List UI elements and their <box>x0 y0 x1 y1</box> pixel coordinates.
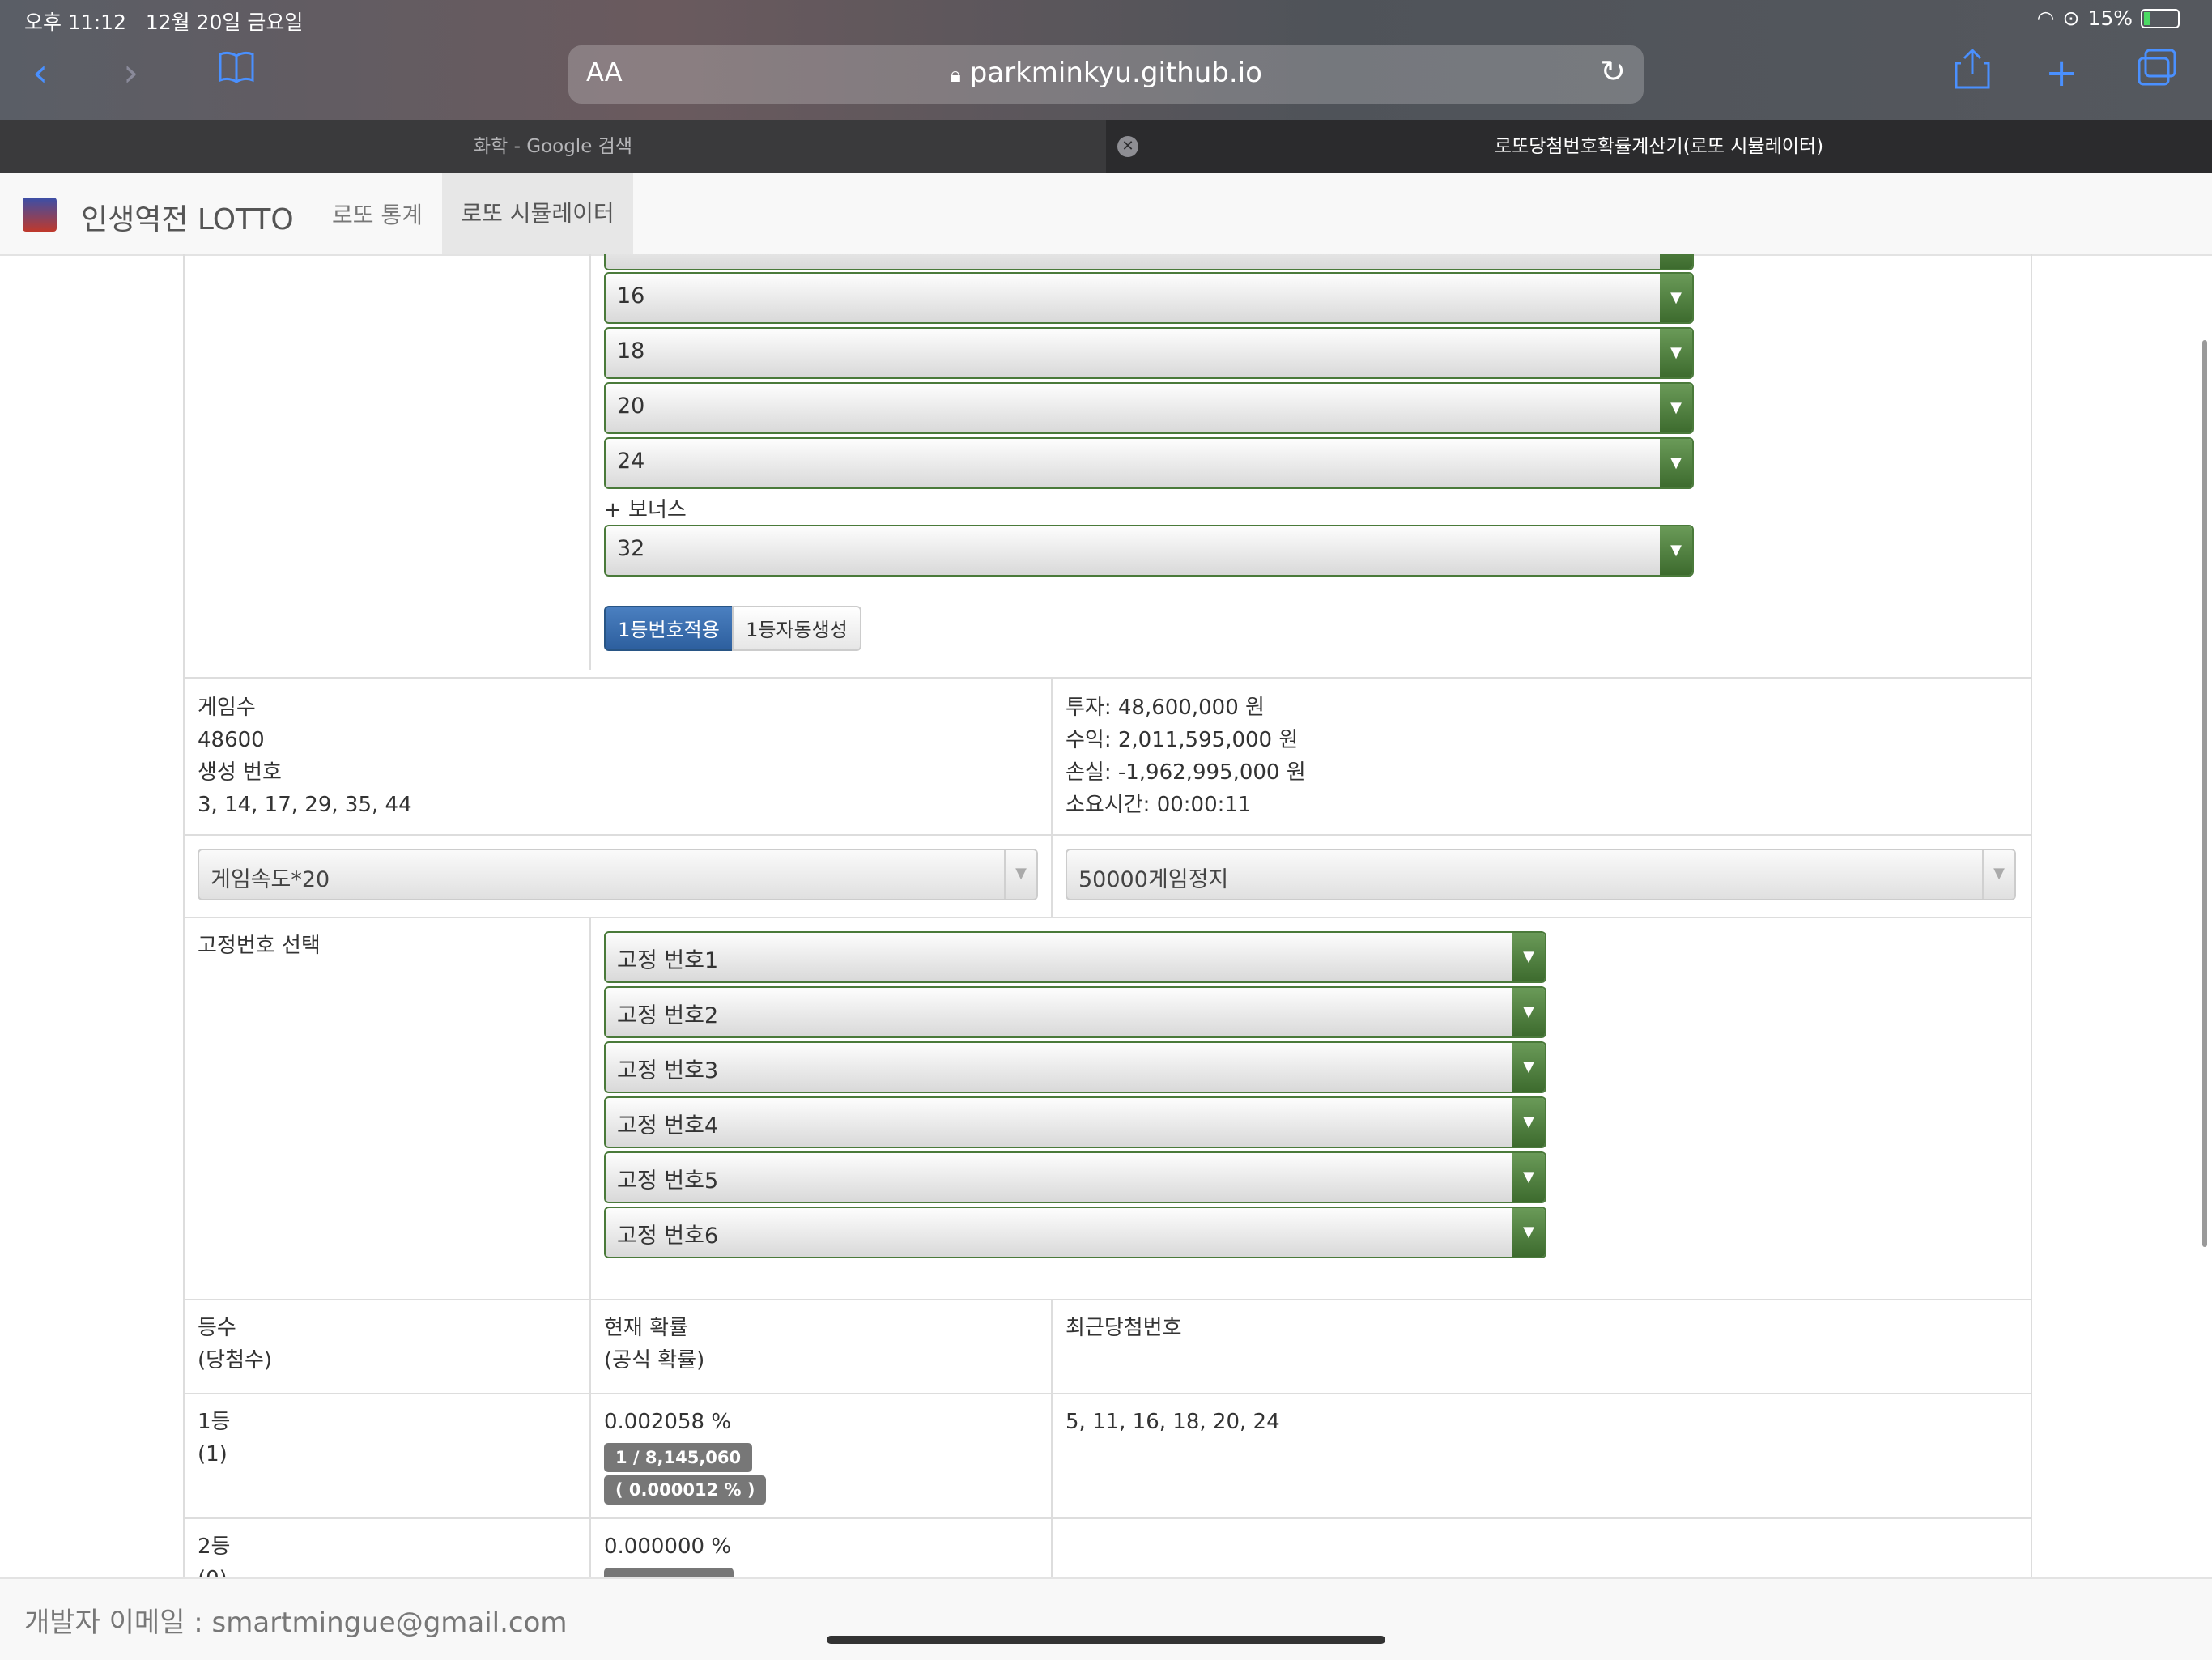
status-time: 오후 11:12 <box>24 11 126 34</box>
chevron-down-icon: ▼ <box>1660 329 1692 377</box>
back-icon[interactable]: ‹ <box>32 49 48 97</box>
revenue-text: 수익: 2,011,595,000 원 <box>1066 728 1299 752</box>
odds-badge <box>604 1568 734 1577</box>
generated-number-label: 생성 번호 <box>198 760 282 785</box>
probability-table-header: 등수 (당첨수) 현재 확률 (공식 확률) 최근당첨번호 <box>185 1299 2031 1393</box>
game-controls-row: 게임속도*20 ▼ 50000게임정지 ▼ <box>185 834 2031 917</box>
current-prob-header: 현재 확률 <box>604 1316 688 1340</box>
fixed-number-select-6[interactable]: 고정 번호6 ▼ <box>604 1207 1546 1258</box>
elapsed-time-text: 소요시간: 00:00:11 <box>1066 793 1252 817</box>
chevron-down-icon: ▼ <box>1512 1098 1545 1147</box>
chevron-down-icon: ▼ <box>1512 1153 1545 1202</box>
rank-header: 등수 <box>198 1316 236 1340</box>
fixed-number-select-5[interactable]: 고정 번호5 ▼ <box>604 1151 1546 1203</box>
fixed-number-label: 고정번호 선택 <box>198 934 321 958</box>
wifi-icon: ◠ <box>2036 6 2055 30</box>
status-indicators: ◠ ⊙ 15% <box>2037 6 2180 30</box>
current-prob-cell: 0.002058 % <box>604 1410 732 1434</box>
bonus-number-select[interactable]: 32 ▼ <box>604 525 1694 577</box>
chevron-down-icon: ▼ <box>1660 526 1692 575</box>
chevron-down-icon: ▼ <box>1660 384 1692 432</box>
battery-icon <box>2141 8 2180 28</box>
game-count-label: 게임수 <box>198 696 256 720</box>
chevron-down-icon: ▼ <box>1512 933 1545 981</box>
rotation-lock-icon: ⊙ <box>2062 6 2080 30</box>
win-count-header: (당첨수) <box>198 1348 273 1373</box>
winning-number-select-3[interactable]: 18 ▼ <box>604 327 1694 379</box>
bonus-label: + 보너스 <box>604 498 687 522</box>
reload-icon[interactable]: ↻ <box>1600 53 1626 89</box>
loss-text: 손실: -1,962,995,000 원 <box>1066 760 1306 785</box>
chevron-down-icon: ▼ <box>1004 850 1036 899</box>
generated-number-value: 3, 14, 17, 29, 35, 44 <box>198 793 412 817</box>
nav-lotto-simulator[interactable]: 로또 시뮬레이터 <box>442 173 633 254</box>
recent-winning-header: 최근당첨번호 <box>1066 1316 1182 1340</box>
developer-email: 개발자 이메일 : smartmingue@gmail.com <box>24 1607 568 1639</box>
winning-number-select-4[interactable]: 20 ▼ <box>604 382 1694 434</box>
game-stop-select[interactable]: 50000게임정지 ▼ <box>1066 849 2016 900</box>
tab-lotto-simulator[interactable]: 로또당첨번호확률계산기(로또 시뮬레이터) <box>1106 120 2212 173</box>
chevron-down-icon: ▼ <box>1660 439 1692 487</box>
forward-icon[interactable]: › <box>123 49 138 97</box>
close-tab-icon[interactable]: ✕ <box>1117 136 1138 157</box>
url-text: parkminkyu.github.io <box>969 57 1262 89</box>
share-icon[interactable] <box>1955 48 1990 103</box>
bookmarks-icon[interactable] <box>217 49 256 97</box>
chevron-down-icon: ▼ <box>1512 1208 1545 1257</box>
status-date: 12월 20일 금요일 <box>145 11 304 34</box>
status-time-date: 오후 11:12 12월 20일 금요일 <box>24 6 303 36</box>
table-row: 1등 (1) 0.002058 % 1 / 8,145,060 ( 0.0000… <box>185 1393 2031 1517</box>
investment-text: 투자: 48,600,000 원 <box>1066 696 1265 720</box>
recent-winning-cell: 5, 11, 16, 18, 20, 24 <box>1066 1410 1280 1434</box>
apply-winning-numbers-button[interactable]: 1등번호적용 <box>604 606 734 651</box>
battery-percent: 15% <box>2087 6 2133 30</box>
new-tab-icon[interactable]: + <box>2045 49 2078 97</box>
tab-bar: 화학 - Google 검색 로또당첨번호확률계산기(로또 시뮬레이터) ✕ <box>0 120 2212 173</box>
fixed-number-row: 고정번호 선택 고정 번호1 ▼ 고정 번호2 ▼ 고정 번호3 ▼ 고정 번호… <box>185 917 2031 1299</box>
chevron-down-icon: ▼ <box>1512 1043 1545 1092</box>
game-speed-select[interactable]: 게임속도*20 ▼ <box>198 849 1038 900</box>
page-scrollbar[interactable] <box>2202 340 2207 1247</box>
odds-badge: 1 / 8,145,060 <box>604 1443 753 1472</box>
footer: 개발자 이메일 : smartmingue@gmail.com <box>0 1577 2212 1660</box>
winning-number-select-2[interactable]: 16 ▼ <box>604 272 1694 324</box>
address-bar[interactable]: AA 🔒︎ parkminkyu.github.io ↻ <box>568 45 1644 104</box>
chevron-down-icon: ▼ <box>1660 274 1692 322</box>
auto-generate-winning-button[interactable]: 1등자동생성 <box>732 606 861 651</box>
table-row: 2등 (0) 0.000000 % <box>185 1517 2031 1577</box>
tabs-overview-icon[interactable] <box>2138 49 2178 97</box>
winning-number-select-5[interactable]: 24 ▼ <box>604 437 1694 489</box>
lotto-logo-icon[interactable] <box>23 198 57 232</box>
chevron-down-icon: ▼ <box>1660 254 1692 269</box>
game-stats-row: 게임수 48600 생성 번호 3, 14, 17, 29, 35, 44 투자… <box>185 677 2031 834</box>
tab-google-search[interactable]: 화학 - Google 검색 <box>0 120 1106 173</box>
fixed-number-select-2[interactable]: 고정 번호2 ▼ <box>604 986 1546 1038</box>
winning-number-row: 11 ▼ 16 ▼ 18 ▼ 20 ▼ 24 ▼ + 보너스 32 ▼ 1등번호… <box>185 254 2031 670</box>
fixed-number-select-3[interactable]: 고정 번호3 ▼ <box>604 1041 1546 1093</box>
lock-icon: 🔒︎ <box>950 63 961 87</box>
fixed-number-select-4[interactable]: 고정 번호4 ▼ <box>604 1096 1546 1148</box>
browser-toolbar: 오후 11:12 12월 20일 금요일 ◠ ⊙ 15% ‹ › AA 🔒︎ p… <box>0 0 2212 120</box>
game-count-value: 48600 <box>198 728 265 752</box>
official-prob-badge: ( 0.000012 % ) <box>604 1475 767 1505</box>
chevron-down-icon: ▼ <box>1512 988 1545 1036</box>
official-prob-header: (공식 확률) <box>604 1348 705 1373</box>
current-prob-cell: 0.000000 % <box>604 1534 732 1559</box>
site-navbar: 인생역전 LOTTO 로또 통계 로또 시뮬레이터 <box>0 173 2212 256</box>
fixed-number-select-1[interactable]: 고정 번호1 ▼ <box>604 931 1546 983</box>
winning-number-select-1[interactable]: 11 ▼ <box>604 254 1694 270</box>
rank-cell: 2등 <box>198 1534 231 1559</box>
simulator-content: 11 ▼ 16 ▼ 18 ▼ 20 ▼ 24 ▼ + 보너스 32 ▼ 1등번호… <box>183 254 2032 1577</box>
chevron-down-icon: ▼ <box>1982 850 2014 899</box>
win-count-cell: (0) <box>198 1563 230 1577</box>
brand-title[interactable]: 인생역전 LOTTO <box>81 196 294 238</box>
win-count-cell: (1) <box>198 1442 228 1466</box>
home-indicator[interactable] <box>827 1636 1385 1644</box>
rank-cell: 1등 <box>198 1410 231 1434</box>
nav-lotto-stats[interactable]: 로또 통계 <box>332 198 423 230</box>
